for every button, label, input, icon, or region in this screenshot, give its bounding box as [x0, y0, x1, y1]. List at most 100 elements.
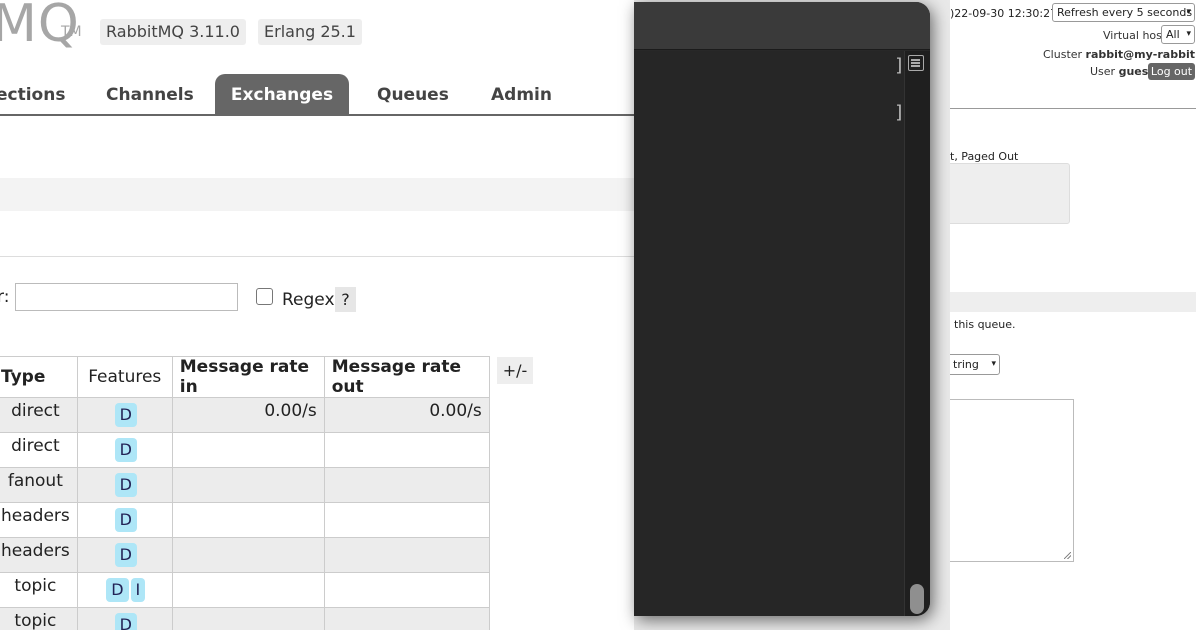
features-cell: DI — [76, 572, 173, 608]
paged-out-label: t, Paged Out — [950, 150, 1019, 163]
column-header-features[interactable]: Features — [76, 356, 173, 398]
table-row[interactable]: direct D 0.00/s 0.00/s — [0, 397, 490, 433]
tab-connections[interactable]: ections — [0, 74, 65, 116]
user-label: User — [1090, 65, 1116, 78]
rate-out-cell — [323, 572, 490, 608]
terminal-titlebar[interactable] — [634, 2, 930, 50]
column-header-type[interactable]: Type — [0, 356, 78, 398]
features-cell: D — [76, 467, 173, 503]
rate-in-cell: 0.00/s — [171, 397, 325, 433]
features-cell: D — [76, 537, 173, 573]
stats-box — [950, 163, 1070, 224]
table-row[interactable]: direct D — [0, 432, 490, 468]
rate-in-cell — [171, 502, 325, 538]
table-row[interactable]: headers D — [0, 537, 490, 573]
exchange-type-cell: direct — [0, 432, 78, 468]
features-cell: D — [76, 397, 173, 433]
rate-out-cell: 0.00/s — [323, 397, 490, 433]
payload-encoding-select[interactable]: tring ▾ — [950, 354, 1000, 375]
exchange-type-cell: topic — [0, 607, 78, 630]
table-row[interactable]: topic D — [0, 607, 490, 630]
table-header-row: Type Features Message rate in Message ra… — [0, 356, 490, 398]
logout-button[interactable]: Log out — [1148, 63, 1195, 80]
cluster-label: Cluster — [1043, 48, 1083, 61]
exchange-type-cell: fanout — [0, 467, 78, 503]
chevron-down-icon: ▾ — [1186, 7, 1191, 17]
chevron-down-icon: ▾ — [991, 359, 996, 369]
features-cell: D — [76, 502, 173, 538]
chevron-down-icon: ▾ — [1186, 29, 1191, 39]
regex-label: Regex — [282, 290, 335, 310]
rate-out-cell — [323, 502, 490, 538]
feature-badge: D — [114, 438, 137, 462]
rate-out-cell — [323, 432, 490, 468]
features-cell: D — [76, 432, 173, 468]
payload-textarea[interactable] — [950, 399, 1074, 562]
feature-badge: D — [114, 403, 137, 427]
filter-label: r: — [0, 287, 10, 307]
rate-in-cell — [171, 572, 325, 608]
section-header-band — [950, 292, 1196, 312]
feature-badge: D — [114, 613, 137, 630]
user-info: User guest — [1090, 65, 1154, 78]
trademark-mark: TM — [61, 24, 82, 40]
rate-out-cell — [323, 467, 490, 503]
table-row[interactable]: topic D I — [0, 572, 490, 608]
rate-in-cell — [171, 537, 325, 573]
table-row[interactable]: fanout D — [0, 467, 490, 503]
exchange-type-cell: direct — [0, 397, 78, 433]
tab-channels[interactable]: Channels — [106, 74, 194, 116]
virtual-host-label: Virtual host — [1103, 29, 1167, 42]
refresh-interval-select[interactable]: Refresh every 5 seconds ▾ — [1052, 3, 1195, 22]
terminal-body[interactable] — [634, 51, 904, 616]
rate-in-cell — [171, 607, 325, 630]
cluster-name: rabbit@my-rabbit — [1085, 48, 1195, 61]
terminal-scrollbar[interactable] — [904, 51, 930, 616]
rate-out-cell — [323, 537, 490, 573]
virtual-host-value: All — [1166, 28, 1180, 41]
exchanges-table: Type Features Message rate in Message ra… — [0, 356, 490, 630]
exchange-type-cell: headers — [0, 537, 78, 573]
rate-out-cell — [323, 607, 490, 630]
features-cell: D — [76, 607, 173, 630]
resize-grip-icon[interactable] — [1064, 552, 1071, 559]
feature-badge: I — [130, 578, 146, 602]
split-pane-icon[interactable] — [908, 55, 924, 71]
section-divider — [0, 256, 634, 257]
queue-detail-panel: )22-09-30 12:30:27 Refresh every 5 secon… — [950, 0, 1200, 630]
cluster-info: Cluster rabbit@my-rabbit — [1043, 48, 1195, 61]
rate-in-cell — [171, 467, 325, 503]
rate-in-cell — [171, 432, 325, 468]
feature-badge: D — [114, 508, 137, 532]
payload-encoding-value: tring — [953, 358, 979, 371]
queue-description-text: this queue. — [954, 318, 1016, 331]
filter-input[interactable] — [15, 283, 238, 311]
terminal-bracket: ] — [894, 102, 905, 123]
feature-badge: D — [114, 543, 137, 567]
regex-help-button[interactable]: ? — [335, 287, 356, 312]
feature-badge: D — [114, 473, 137, 497]
tab-queues[interactable]: Queues — [377, 74, 449, 116]
regex-checkbox[interactable] — [256, 288, 273, 305]
feature-badge: D — [106, 578, 129, 602]
last-update-timestamp: )22-09-30 12:30:27 — [950, 7, 1058, 20]
terminal-window[interactable]: ] ] — [634, 2, 930, 616]
exchanges-panel: MQ TM RabbitMQ 3.11.0 Erlang 25.1 ection… — [0, 0, 634, 630]
exchange-type-cell: headers — [0, 502, 78, 538]
section-header-band — [0, 178, 634, 211]
toggle-columns-button[interactable]: +/- — [497, 357, 533, 384]
exchange-type-cell: topic — [0, 572, 78, 608]
tab-exchanges[interactable]: Exchanges — [215, 74, 349, 116]
terminal-bracket: ] — [894, 55, 905, 76]
erlang-version-badge: Erlang 25.1 — [258, 19, 362, 45]
column-header-rate-in[interactable]: Message rate in — [171, 356, 325, 398]
scrollbar-thumb[interactable] — [910, 584, 924, 614]
refresh-interval-value: Refresh every 5 seconds — [1057, 6, 1193, 19]
column-header-rate-out[interactable]: Message rate out — [323, 356, 490, 398]
rabbitmq-version-badge: RabbitMQ 3.11.0 — [100, 19, 246, 45]
tab-admin[interactable]: Admin — [491, 74, 552, 116]
table-row[interactable]: headers D — [0, 502, 490, 538]
header-divider — [950, 108, 1196, 109]
virtual-host-select[interactable]: All ▾ — [1161, 25, 1195, 44]
tab-divider — [0, 114, 634, 116]
